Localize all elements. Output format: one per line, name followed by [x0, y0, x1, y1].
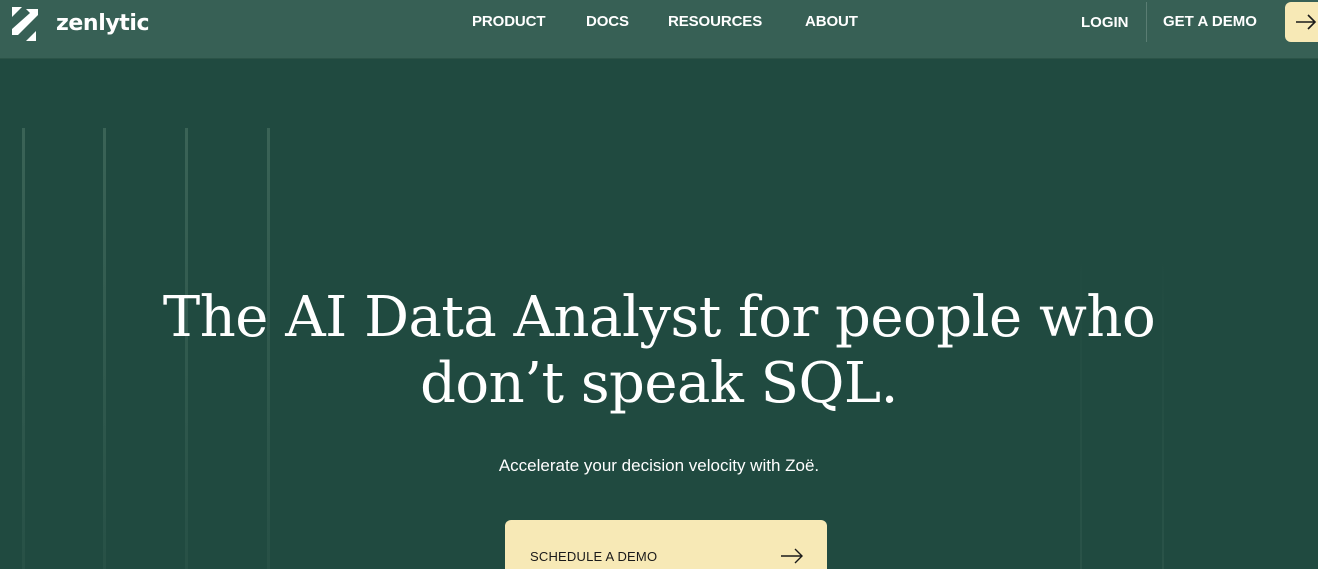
nav-item-resources[interactable]: RESOURCES	[668, 13, 762, 30]
hero-title: The AI Data Analyst for people who don’t…	[0, 285, 1318, 417]
get-demo-arrow-button[interactable]	[1285, 2, 1318, 42]
header-divider	[1146, 2, 1147, 42]
hero-subtitle: Accelerate your decision velocity with Z…	[498, 456, 820, 475]
hero-title-line-1: The AI Data Analyst for people who	[162, 285, 1156, 350]
schedule-demo-label: SCHEDULE A DEMO	[530, 549, 658, 564]
arrow-right-icon	[1296, 14, 1317, 30]
nav-item-product[interactable]: PRODUCT	[472, 13, 546, 30]
zenlytic-logo-icon	[8, 5, 40, 43]
nav-item-about[interactable]: ABOUT	[805, 13, 858, 30]
page: zenlytic PRODUCT DOCS RESOURCES ABOUT LO…	[0, 0, 1318, 569]
arrow-right-icon	[781, 548, 803, 564]
site-header: zenlytic PRODUCT DOCS RESOURCES ABOUT LO…	[0, 0, 1318, 59]
login-link[interactable]: LOGIN	[1081, 14, 1129, 31]
logo-link[interactable]: zenlytic	[8, 4, 150, 44]
get-demo-link[interactable]: GET A DEMO	[1163, 13, 1257, 30]
schedule-demo-button[interactable]: SCHEDULE A DEMO	[505, 520, 827, 569]
hero-title-line-2: don’t speak SQL.	[420, 351, 898, 416]
logo-text: zenlytic	[56, 10, 150, 36]
nav-item-docs[interactable]: DOCS	[586, 13, 629, 30]
